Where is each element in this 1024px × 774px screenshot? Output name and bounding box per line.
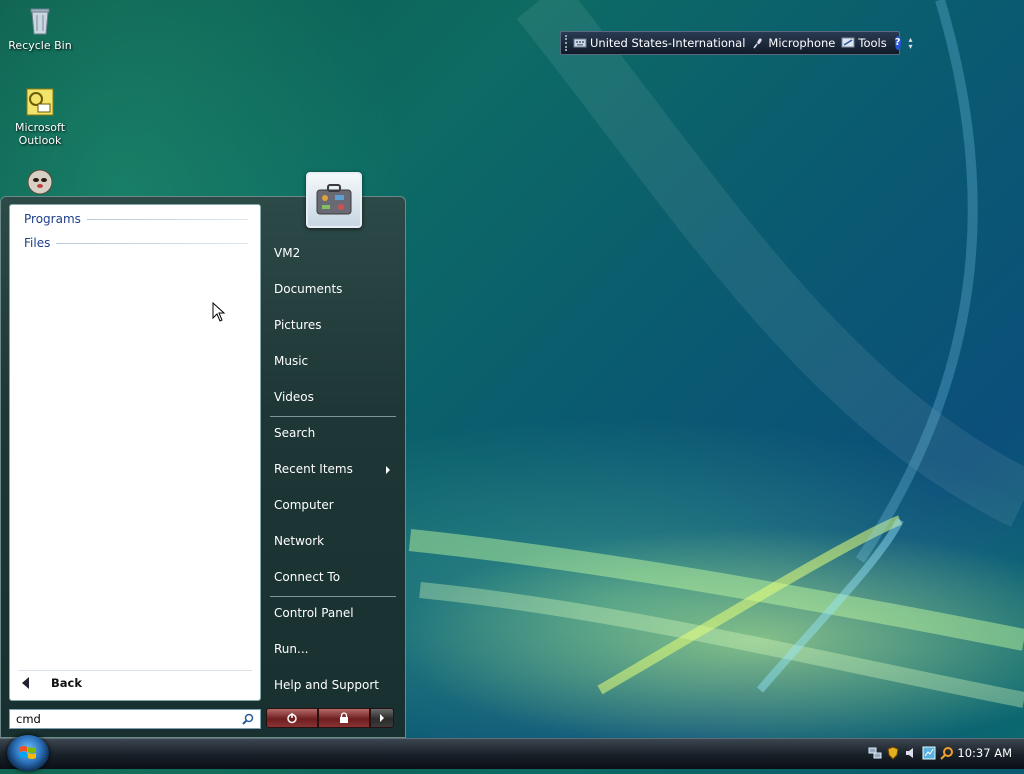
lock-button[interactable] xyxy=(318,708,370,728)
language-bar[interactable]: United States-International Microphone T… xyxy=(560,31,913,55)
start-item-user-folder[interactable]: VM2 xyxy=(274,246,300,260)
recycle-bin-icon xyxy=(24,4,56,36)
power-icon xyxy=(287,713,297,724)
power-button[interactable] xyxy=(266,708,318,728)
start-item-search[interactable]: Search xyxy=(274,426,315,440)
mascot-shortcut-icon xyxy=(24,166,56,198)
taskbar-clock[interactable]: 10:37 AM xyxy=(957,746,1012,760)
microphone-icon xyxy=(753,38,763,49)
tools-icon xyxy=(841,37,855,48)
start-menu-left-pane: Programs Files Back xyxy=(9,204,261,701)
search-icon[interactable] xyxy=(242,713,254,725)
start-item-run[interactable]: Run... xyxy=(274,642,308,656)
lock-icon xyxy=(340,712,348,723)
start-item-network[interactable]: Network xyxy=(274,534,324,548)
desktop-icon-recycle-bin[interactable]: Recycle Bin xyxy=(2,4,78,52)
language-bar-options-icon[interactable]: ▴ ▾ xyxy=(909,36,913,51)
desktop-icon-label: Recycle Bin xyxy=(8,39,72,52)
tools-button[interactable]: Tools xyxy=(841,36,887,50)
task-manager-icon[interactable] xyxy=(922,746,936,760)
desktop-icon-outlook[interactable]: Microsoft Outlook xyxy=(2,86,78,147)
start-item-control-panel[interactable]: Control Panel xyxy=(274,606,354,620)
back-button[interactable]: Back xyxy=(18,670,252,695)
start-item-videos[interactable]: Videos xyxy=(274,390,314,404)
power-button-group xyxy=(266,708,394,728)
start-item-pictures[interactable]: Pictures xyxy=(274,318,322,332)
submenu-arrow-icon xyxy=(386,466,390,474)
start-item-connect-to[interactable]: Connect To xyxy=(274,570,340,584)
user-picture[interactable] xyxy=(306,172,362,228)
section-files[interactable]: Files xyxy=(24,236,248,250)
section-divider xyxy=(56,242,248,244)
network-icon[interactable] xyxy=(868,746,882,760)
start-search-input[interactable] xyxy=(14,711,228,727)
suitcase-icon xyxy=(316,184,352,215)
keyboard-icon xyxy=(573,38,587,48)
start-item-documents[interactable]: Documents xyxy=(274,282,342,296)
section-files-label: Files xyxy=(24,236,51,250)
tools-label: Tools xyxy=(858,36,887,50)
start-button[interactable] xyxy=(7,735,49,771)
back-arrow-icon xyxy=(22,677,29,689)
language-bar-grip[interactable] xyxy=(565,35,567,51)
section-programs-label: Programs xyxy=(24,212,81,226)
section-divider xyxy=(86,218,248,220)
shutdown-options-button[interactable] xyxy=(370,708,394,728)
desktop-icon-label: Microsoft Outlook xyxy=(14,121,66,147)
mouse-cursor-icon xyxy=(212,302,226,322)
system-tray: 10:37 AM xyxy=(864,738,1024,768)
search-tray-icon[interactable] xyxy=(940,746,954,760)
start-item-help-and-support[interactable]: Help and Support xyxy=(274,678,379,692)
start-item-recent-items[interactable]: Recent Items xyxy=(274,462,353,476)
outlook-icon xyxy=(24,86,56,118)
volume-icon[interactable] xyxy=(904,746,918,760)
windows-logo-icon xyxy=(20,746,36,759)
help-icon[interactable]: ? xyxy=(894,36,901,50)
microphone-label: Microphone xyxy=(768,36,836,50)
language-selector[interactable]: United States-International xyxy=(573,36,745,50)
back-label: Back xyxy=(51,676,82,690)
language-label: United States-International xyxy=(590,36,746,50)
start-item-computer[interactable]: Computer xyxy=(274,498,334,512)
start-search-box[interactable] xyxy=(9,709,261,729)
right-pane-separator xyxy=(270,596,396,597)
section-programs[interactable]: Programs xyxy=(24,212,248,226)
security-alert-icon[interactable] xyxy=(886,746,900,760)
microphone-button[interactable]: Microphone xyxy=(751,36,835,50)
start-item-music[interactable]: Music xyxy=(274,354,308,368)
chevron-right-icon xyxy=(380,714,384,722)
right-pane-separator xyxy=(270,416,396,417)
